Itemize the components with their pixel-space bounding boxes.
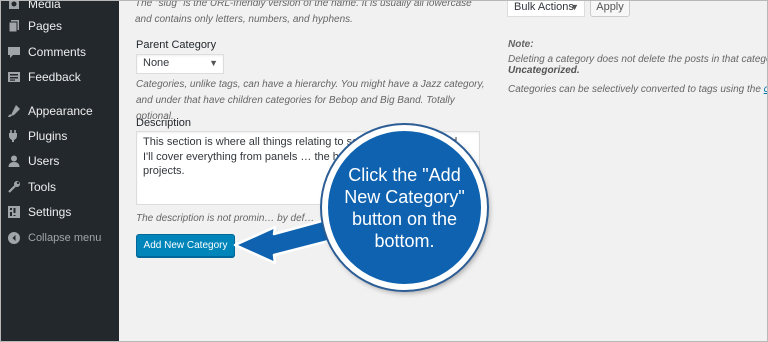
media-icon [7, 1, 21, 11]
chevron-down-icon: ▼ [209, 58, 218, 68]
add-new-category-button[interactable]: Add New Category [136, 234, 235, 257]
sidebar-item-settings[interactable]: Settings [1, 201, 119, 223]
sidebar-item-appearance[interactable]: Appearance [1, 100, 119, 122]
slug-hint: The "slug" is the URL-friendly version o… [135, 0, 472, 25]
sidebar-item-plugins[interactable]: Plugins [1, 125, 119, 147]
collapse-arrow-icon [7, 231, 21, 245]
bulk-actions-value: Bulk Actions [514, 1, 574, 13]
instruction-callout: Click the "Add New Category" button on t… [322, 125, 487, 290]
pages-icon [7, 19, 21, 33]
comments-icon [7, 45, 21, 59]
plugins-icon [7, 129, 21, 143]
screenshot-frame: Media Pages Comments Feedback Appearance [0, 0, 768, 342]
bulk-actions-select[interactable]: Bulk Actions ▼ [507, 1, 585, 17]
sidebar-item-label: Comments [28, 45, 87, 59]
users-icon [7, 154, 21, 168]
sidebar-item-label: Tools [28, 180, 57, 194]
callout-text: Click the "Add New Category" button on t… [344, 164, 465, 251]
sidebar-item-media[interactable]: Media [1, 0, 119, 15]
note-title: Note: [508, 39, 534, 50]
collapse-menu-label: Collapse menu [28, 232, 102, 244]
category-converter-link[interactable]: categ [764, 84, 767, 95]
sidebar-item-tools[interactable]: Tools [1, 176, 119, 198]
sidebar-item-feedback[interactable]: Feedback [1, 66, 119, 88]
note-text-3: Categories can be selectively converted … [508, 82, 767, 98]
feedback-icon [7, 70, 21, 84]
sidebar-item-comments[interactable]: Comments [1, 41, 119, 63]
collapse-menu-button[interactable]: Collapse menu [1, 227, 119, 249]
sidebar-item-label: Settings [28, 205, 72, 219]
sidebar-item-label: Media [28, 0, 61, 11]
parent-category-label: Parent Category [136, 39, 217, 51]
tools-icon [7, 180, 21, 194]
sidebar-item-users[interactable]: Users [1, 150, 119, 172]
apply-button[interactable]: Apply [590, 1, 630, 17]
note-text-2: Uncategorized. [508, 65, 580, 76]
sidebar-item-label: Feedback [28, 70, 81, 84]
description-label: Description [136, 117, 192, 129]
appearance-icon [7, 104, 21, 118]
sidebar-item-label: Appearance [28, 104, 93, 118]
parent-category-select[interactable]: None ▼ [136, 54, 224, 74]
settings-icon [7, 205, 21, 219]
admin-sidebar: Media Pages Comments Feedback Appearance [1, 0, 119, 341]
sidebar-item-label: Pages [28, 19, 63, 33]
sidebar-item-label: Plugins [28, 129, 68, 143]
parent-category-value: None [143, 57, 170, 69]
sidebar-item-pages[interactable]: Pages [1, 15, 119, 37]
note-text-3-prefix: Categories can be selectively converted … [508, 84, 764, 95]
sidebar-item-label: Users [28, 154, 60, 168]
chevron-down-icon: ▼ [570, 2, 579, 12]
